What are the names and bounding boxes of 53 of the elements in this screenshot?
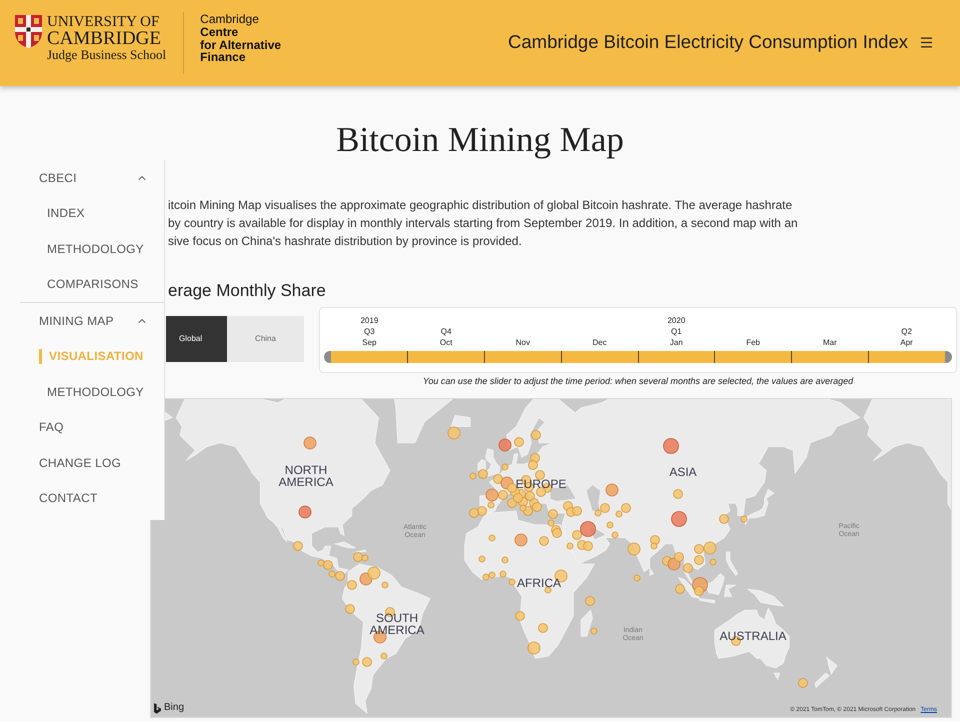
continent-label: AUSTRALIA [720,630,786,642]
map-brand: Bing [164,702,184,714]
month-label: Oct [440,338,452,347]
sidebar-item[interactable]: CONTACT [0,480,164,516]
map-toggle-button[interactable]: China [227,316,304,362]
sidebar-item[interactable]: FAQ [0,410,164,445]
sidebar-subitem[interactable]: INDEX [0,196,164,231]
month-label: Mar [822,338,837,347]
year-label: 2020 [667,316,686,325]
timeline-track[interactable] [324,351,952,363]
month-segment[interactable] [484,351,561,363]
quarter-label: Q1 [671,327,682,336]
month-segment[interactable] [791,351,868,363]
logo-icon [154,702,161,714]
slider-hint: You can use the slider to adjust the time period: when several months are selected, the values are averaged [422,376,854,386]
sidebar-subitem[interactable]: METHODOLOGY [0,231,164,266]
continent-label: SOUTH AMERICA [370,612,424,636]
sidebar-subitem[interactable]: COMPARISONS [0,266,164,302]
quarter-label: Q4 [440,327,452,336]
sidebar-item[interactable]: CBECI [0,160,164,196]
continent-label: ASIA [669,466,697,478]
page-title: Bitcoin Mining Map [335,120,625,160]
month-segment[interactable] [714,351,792,363]
university-name: UNIVERSITY OF CAMBRIDGE [47,14,162,48]
centre-name-prefix: Cambridge [200,12,260,26]
month-segment[interactable] [406,351,484,363]
sidebar-subitem[interactable]: METHODOLOGY [0,374,164,410]
range-start-handle[interactable] [324,351,331,363]
month-label: Nov [516,338,530,347]
section-heading: erage Monthly Share [168,280,326,302]
quarter-label: Q2 [901,327,912,336]
range-end-handle[interactable] [945,351,952,363]
menu-icon[interactable] [919,35,934,50]
sidebar-item[interactable]: MINING MAP [0,303,164,338]
month-label: Sep [362,338,376,347]
month-label: Dec [592,338,607,347]
continent-label: AFRICA [517,577,561,589]
month-segment[interactable] [638,351,714,363]
site-title: Cambridge Bitcoin Electricity Consumption Index [508,31,908,53]
centre-name: Centre for Alternative Finance [200,26,282,64]
year-label: 2019 [360,316,378,325]
map-toggle-button[interactable]: Global [166,316,227,362]
crest-icon [15,15,42,48]
quarter-label: Q3 [364,327,375,336]
continent-label: NORTH AMERICA [278,464,334,488]
month-label: Feb [746,338,760,347]
month-label: Jan [670,338,683,347]
school-name: Judge Business School [47,48,166,62]
sidebar-item[interactable]: CHANGE LOG [0,445,164,480]
month-label: Apr [900,338,913,347]
month-segment[interactable] [560,351,638,363]
intro-paragraph: itcoin Mining Map visualises the approximate geographic distribution of global Bitcoin hashrate. The average hashrate by country is available for display in monthly intervals starting from September 2019. In addition, a second map with an sive focus on China's hashrate distribution by province is provided. [168,197,798,250]
selected-indicator-icon [39,348,42,364]
